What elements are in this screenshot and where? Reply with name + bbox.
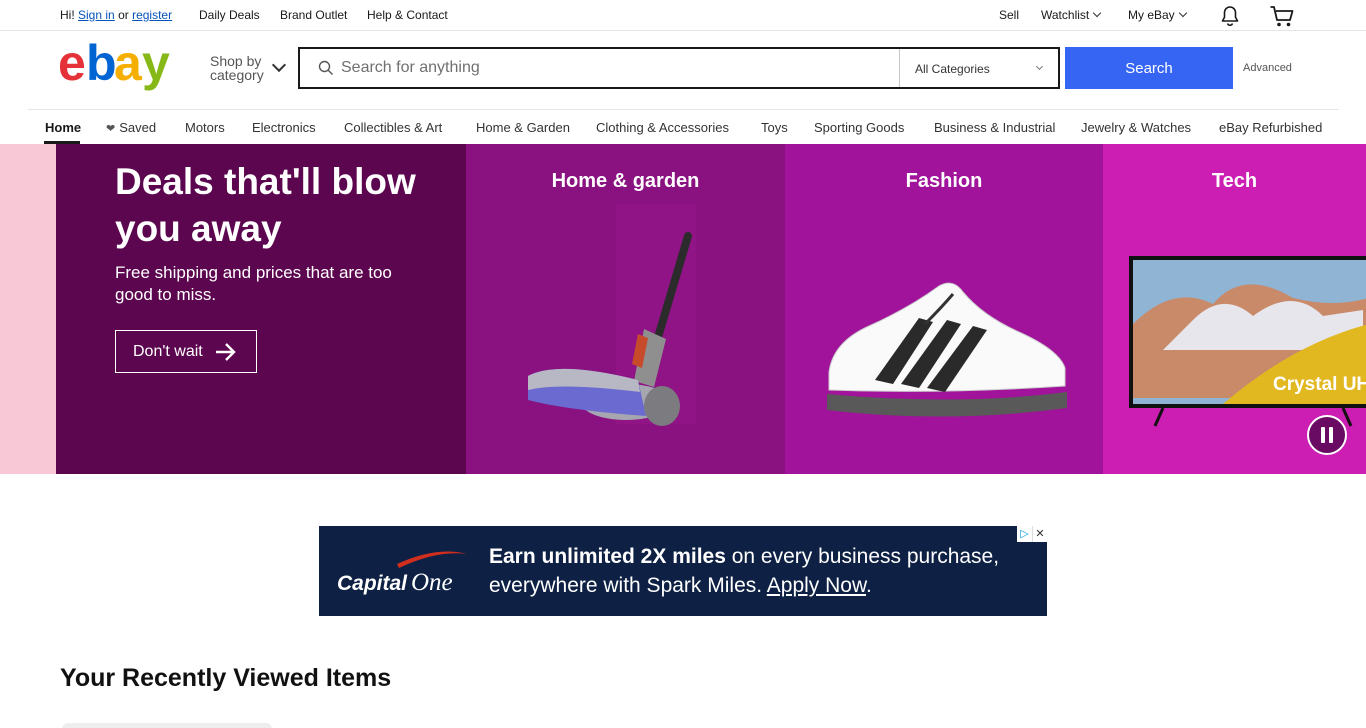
chevron-down-icon[interactable] — [1035, 62, 1044, 71]
nav-item-ebay-refurbished[interactable]: eBay Refurbished — [1219, 120, 1322, 135]
nav-item-home-garden[interactable]: Home & Garden — [476, 120, 570, 135]
sneaker-image — [827, 282, 1067, 417]
daily-deals-link[interactable]: Daily Deals — [199, 8, 260, 22]
ad-choices[interactable]: ▷ ✕ — [1017, 526, 1047, 542]
panel-title: Fashion — [905, 170, 983, 192]
ad-text: Earn unlimited 2X miles on every busines… — [489, 542, 1039, 600]
nav-item-electronics[interactable]: Electronics — [252, 120, 316, 135]
vacuum-image — [528, 204, 696, 426]
greeting-text: Hi! — [60, 8, 75, 22]
heart-icon: ❤ — [106, 123, 116, 135]
nav-item-jewelry-watches[interactable]: Jewelry & Watches — [1081, 120, 1191, 135]
capital-one-logo: Capital One — [337, 551, 467, 596]
or-text: or — [118, 8, 129, 22]
brand-outlet-link[interactable]: Brand Outlet — [280, 8, 347, 22]
recently-viewed-heading: Your Recently Viewed Items — [60, 664, 392, 692]
category-select[interactable]: All Categories — [915, 62, 990, 76]
panel-title: Tech — [1211, 170, 1258, 192]
svg-text:Capital: Capital — [337, 572, 408, 595]
svg-text:b: b — [86, 40, 115, 91]
svg-text:e: e — [58, 40, 85, 91]
nav-item-collectibles[interactable]: Collectibles & Art — [344, 120, 442, 135]
nav-item-saved-label: Saved — [119, 120, 157, 135]
ad-period: . — [866, 574, 872, 597]
shop-by-line2: category — [210, 67, 264, 83]
nav-item-clothing[interactable]: Clothing & Accessories — [596, 120, 729, 135]
search-bar: All Categories — [298, 47, 1060, 89]
hero-panel-fashion[interactable]: Fashion — [785, 144, 1103, 474]
advanced-search-link[interactable]: Advanced — [1243, 62, 1292, 74]
nav-item-sporting-goods[interactable]: Sporting Goods — [814, 120, 904, 135]
nav-item-home[interactable]: Home — [45, 120, 81, 135]
carousel-pause-button[interactable] — [1307, 415, 1347, 455]
register-link[interactable]: register — [132, 8, 172, 22]
watchlist-menu[interactable]: Watchlist — [1041, 8, 1102, 22]
top-utility-bar: Hi! Sign in or register Daily Deals Bran… — [0, 0, 1366, 31]
hero-headline: Deals that'll blow you away — [115, 161, 416, 249]
sign-in-link[interactable]: Sign in — [78, 8, 115, 22]
chevron-down-icon — [1092, 8, 1102, 18]
watchlist-label: Watchlist — [1041, 8, 1090, 22]
shop-by-line1: Shop by — [210, 53, 262, 69]
help-contact-link[interactable]: Help & Contact — [367, 8, 448, 22]
hero-subtitle: Free shipping and prices that are too go… — [115, 263, 392, 304]
search-icon — [318, 60, 334, 76]
close-icon[interactable]: ✕ — [1032, 526, 1047, 542]
tv-screen-text: Crystal UH — [1273, 374, 1366, 395]
nav-item-motors[interactable]: Motors — [185, 120, 225, 135]
chevron-down-icon[interactable] — [271, 57, 287, 73]
nav-item-toys[interactable]: Toys — [761, 120, 788, 135]
shop-by-category-button[interactable]: Shop by category — [210, 54, 264, 82]
my-ebay-menu[interactable]: My eBay — [1128, 8, 1187, 22]
cart-icon[interactable] — [1269, 4, 1294, 28]
recent-item-card[interactable] — [62, 723, 272, 728]
capital-one-ad[interactable]: Capital One Earn unlimited 2X miles on e… — [319, 526, 1047, 616]
svg-text:a: a — [114, 40, 143, 91]
category-nav: Home ❤ Saved Motors Electronics Collectib… — [28, 109, 1339, 144]
hero-panel-home-garden[interactable]: Home & garden — [466, 144, 785, 474]
ebay-logo[interactable]: e b a y — [58, 35, 178, 94]
ad-headline-bold: Earn unlimited 2X miles — [489, 545, 726, 568]
previous-slide-peek — [0, 144, 56, 474]
search-divider — [899, 49, 900, 87]
nav-item-business-industrial[interactable]: Business & Industrial — [934, 120, 1055, 135]
apply-now-link[interactable]: Apply Now — [767, 574, 866, 597]
my-ebay-label: My eBay — [1128, 8, 1175, 22]
search-input[interactable] — [341, 49, 896, 87]
nav-item-saved[interactable]: ❤ Saved — [106, 120, 156, 135]
arrow-right-icon — [215, 342, 236, 361]
dont-wait-button[interactable]: Don't wait — [115, 330, 257, 373]
ad-info-icon[interactable]: ▷ — [1017, 526, 1032, 542]
search-button[interactable]: Search — [1065, 47, 1233, 89]
notification-bell-icon[interactable] — [1218, 4, 1242, 28]
chevron-down-icon — [1178, 8, 1187, 18]
greeting-area: Hi! Sign in or register — [60, 8, 172, 22]
hero-carousel: Home & garden Fashion Tech Crystal UH De… — [0, 144, 1366, 474]
svg-text:y: y — [142, 40, 170, 91]
dont-wait-label: Don't wait — [133, 342, 203, 360]
svg-text:One: One — [411, 569, 453, 596]
sell-link[interactable]: Sell — [999, 8, 1019, 22]
